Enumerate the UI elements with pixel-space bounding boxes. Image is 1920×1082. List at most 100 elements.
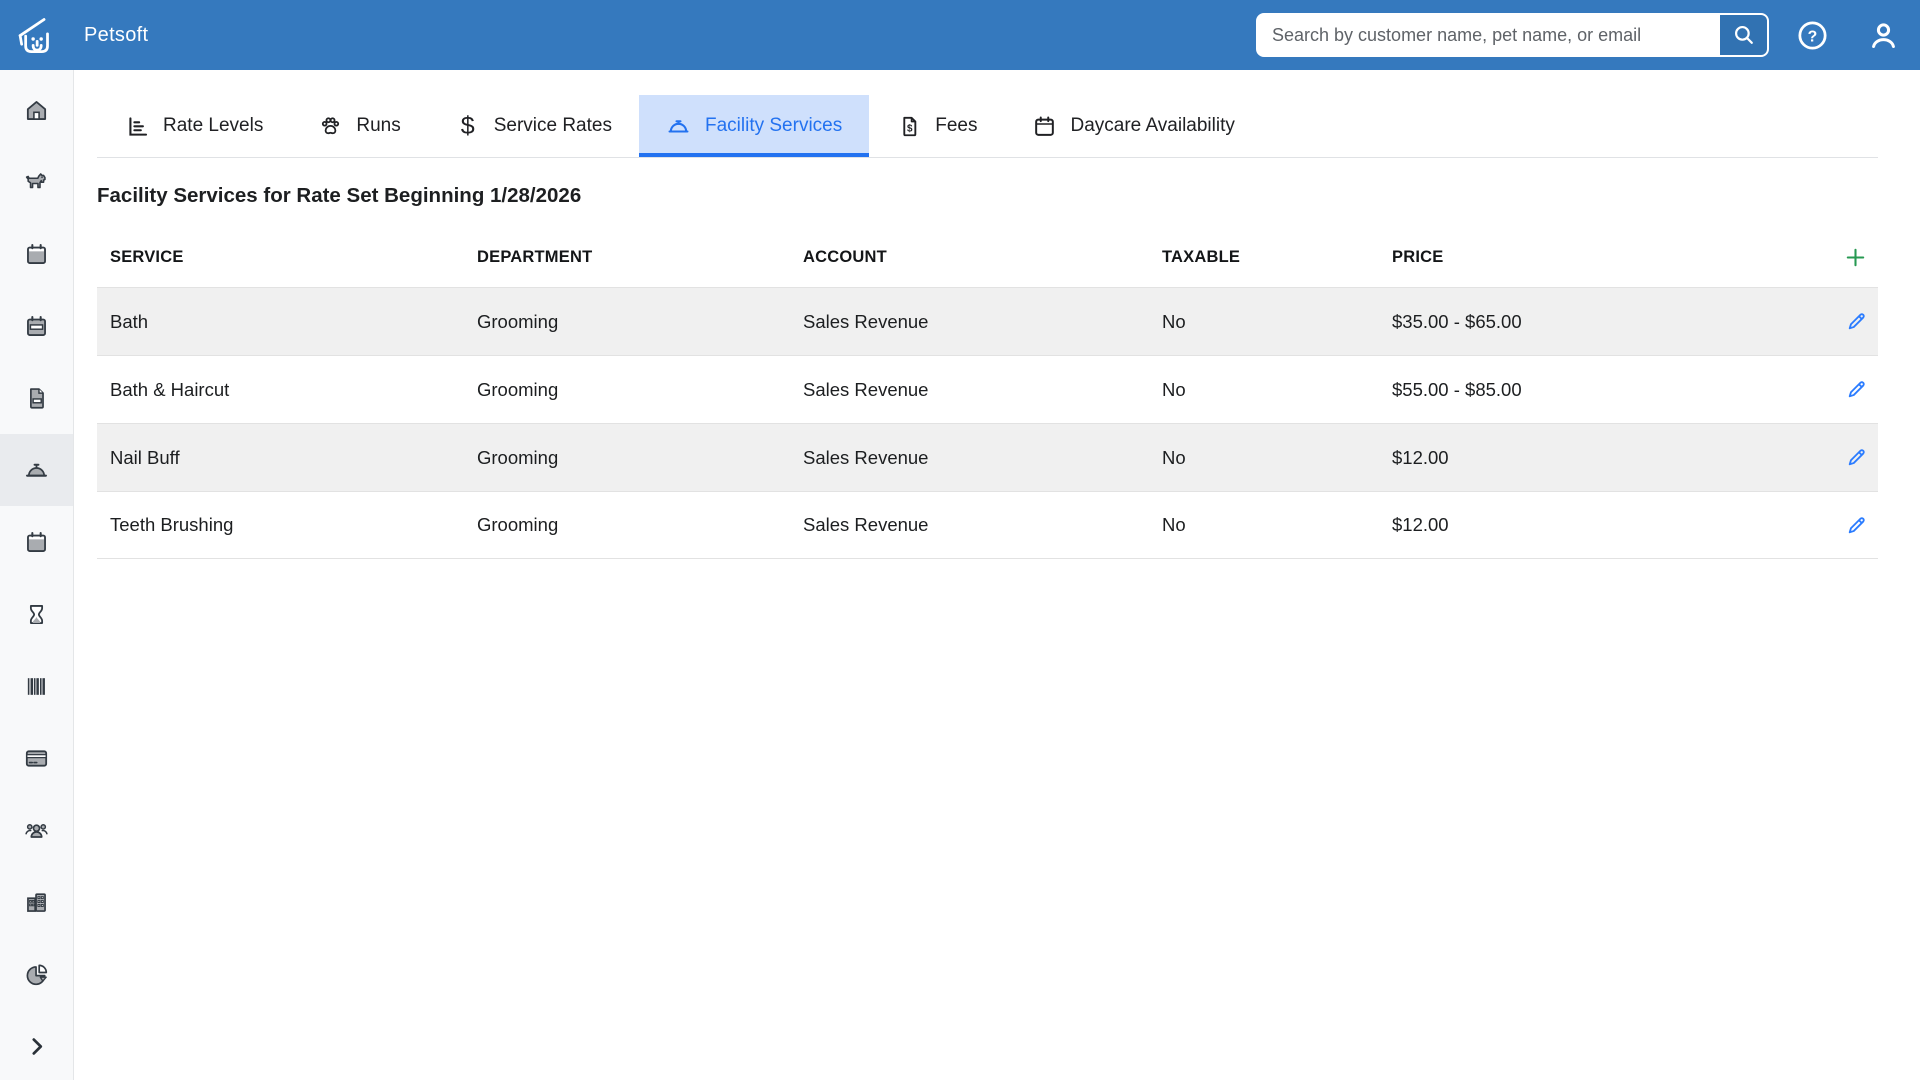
barcode-icon <box>23 673 50 700</box>
table-row: Teeth Brushing Grooming Sales Revenue No… <box>97 491 1878 559</box>
department-cell: Grooming <box>464 379 790 401</box>
price-cell: $12.00 <box>1379 447 1816 469</box>
tab-label: Runs <box>356 115 400 137</box>
pie-chart-icon <box>23 961 50 988</box>
tab-label: Service Rates <box>494 115 612 137</box>
taxable-cell: No <box>1149 311 1379 333</box>
svg-text:?: ? <box>1807 28 1817 45</box>
calendar-icon <box>23 529 50 556</box>
search-icon <box>1731 22 1757 48</box>
tab-label: Facility Services <box>705 115 842 137</box>
sidebar-item-reports[interactable] <box>0 938 73 1010</box>
department-cell: Grooming <box>464 447 790 469</box>
sidebar-item-calendar[interactable] <box>0 218 73 290</box>
dollar-icon: $ <box>455 113 481 139</box>
hourglass-icon <box>23 601 50 628</box>
home-icon <box>23 97 50 124</box>
main-content: Rate Levels Runs $ Service Rates <box>74 70 1920 1080</box>
account-cell: Sales Revenue <box>790 447 1149 469</box>
calendar-icon <box>1031 113 1057 139</box>
sidebar-expand-toggle[interactable] <box>0 1010 73 1082</box>
account-icon <box>1867 19 1900 52</box>
sidebar-item-documents[interactable] <box>0 362 73 434</box>
bar-chart-icon <box>124 113 150 139</box>
column-header-account: ACCOUNT <box>790 248 1149 267</box>
tab-daycare-availability[interactable]: Daycare Availability <box>1004 95 1261 157</box>
edit-service-button[interactable] <box>1843 512 1870 539</box>
price-cell: $35.00 - $65.00 <box>1379 311 1816 333</box>
column-header-service: SERVICE <box>97 248 464 267</box>
service-cell: Teeth Brushing <box>97 514 464 536</box>
edit-service-button[interactable] <box>1843 376 1870 403</box>
account-cell: Sales Revenue <box>790 379 1149 401</box>
calendar-icon <box>23 241 50 268</box>
taxable-cell: No <box>1149 514 1379 536</box>
service-cell: Bath & Haircut <box>97 379 464 401</box>
top-app-bar: Petsoft ? <box>0 0 1920 70</box>
paw-icon <box>317 113 343 139</box>
sidebar-item-schedule[interactable] <box>0 506 73 578</box>
price-cell: $55.00 - $85.00 <box>1379 379 1816 401</box>
service-cell: Bath <box>97 311 464 333</box>
search-button[interactable] <box>1720 15 1767 55</box>
tab-fees[interactable]: $ Fees <box>869 95 1004 157</box>
tab-facility-services[interactable]: Facility Services <box>639 95 869 157</box>
help-icon: ? <box>1796 19 1829 52</box>
dog-face-logo-icon <box>13 12 59 58</box>
column-header-taxable: TAXABLE <box>1149 248 1379 267</box>
sidebar-item-waitlist[interactable] <box>0 578 73 650</box>
buildings-icon <box>23 889 50 916</box>
department-cell: Grooming <box>464 311 790 333</box>
sidebar-item-home[interactable] <box>0 74 73 146</box>
petsoft-logo[interactable] <box>12 11 60 59</box>
document-icon <box>23 385 50 412</box>
sidebar-item-payments[interactable] <box>0 722 73 794</box>
help-button[interactable]: ? <box>1795 18 1829 52</box>
service-bell-icon <box>23 457 50 484</box>
tab-rate-levels[interactable]: Rate Levels <box>97 95 290 157</box>
edit-service-button[interactable] <box>1843 308 1870 335</box>
price-cell: $12.00 <box>1379 514 1816 536</box>
left-sidebar-nav <box>0 70 74 1080</box>
global-search <box>1256 13 1769 57</box>
table-header-row: SERVICE DEPARTMENT ACCOUNT TAXABLE PRICE <box>97 227 1878 287</box>
people-icon <box>23 817 50 844</box>
calendar-band-icon <box>23 313 50 340</box>
service-bell-icon <box>666 113 692 139</box>
chevron-right-icon <box>23 1033 50 1060</box>
taxable-cell: No <box>1149 447 1379 469</box>
sidebar-item-barcodes[interactable] <box>0 650 73 722</box>
credit-card-icon <box>23 745 50 772</box>
account-cell: Sales Revenue <box>790 311 1149 333</box>
page-title: Facility Services for Rate Set Beginning… <box>97 182 1878 209</box>
pencil-icon <box>1845 378 1868 401</box>
sidebar-item-customers[interactable] <box>0 794 73 866</box>
search-input[interactable] <box>1258 15 1720 55</box>
edit-service-button[interactable] <box>1843 444 1870 471</box>
tab-label: Rate Levels <box>163 115 263 137</box>
tab-service-rates[interactable]: $ Service Rates <box>428 95 639 157</box>
pencil-icon <box>1845 514 1868 537</box>
column-header-department: DEPARTMENT <box>464 248 790 267</box>
department-cell: Grooming <box>464 514 790 536</box>
svg-text:$: $ <box>907 123 913 134</box>
add-service-button[interactable] <box>1841 243 1870 272</box>
dog-icon <box>23 169 50 196</box>
fee-receipt-icon: $ <box>896 113 922 139</box>
sidebar-item-pets[interactable] <box>0 146 73 218</box>
sidebar-item-company[interactable] <box>0 866 73 938</box>
sidebar-item-facility-services[interactable] <box>0 434 73 506</box>
account-button[interactable] <box>1866 18 1900 52</box>
pencil-icon <box>1845 310 1868 333</box>
account-cell: Sales Revenue <box>790 514 1149 536</box>
tab-label: Daycare Availability <box>1070 115 1234 137</box>
table-row: Nail Buff Grooming Sales Revenue No $12.… <box>97 423 1878 491</box>
rates-tab-bar: Rate Levels Runs $ Service Rates <box>97 95 1878 158</box>
app-title: Petsoft <box>84 24 148 47</box>
taxable-cell: No <box>1149 379 1379 401</box>
plus-icon <box>1843 245 1868 270</box>
pencil-icon <box>1845 446 1868 469</box>
sidebar-item-reservations[interactable] <box>0 290 73 362</box>
tab-runs[interactable]: Runs <box>290 95 427 157</box>
column-header-price: PRICE <box>1379 248 1816 267</box>
